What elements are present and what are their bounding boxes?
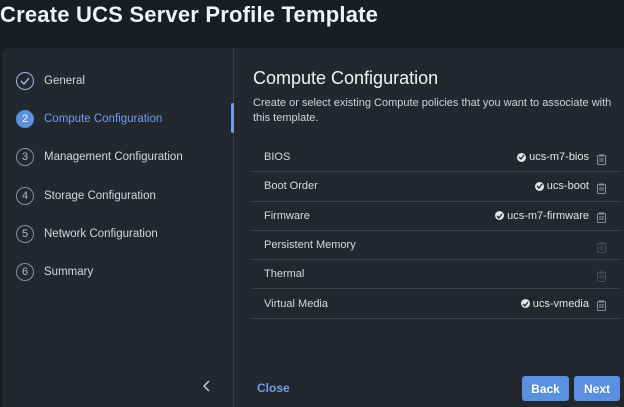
compute-configuration-section: Compute Configuration Create or select e… bbox=[234, 48, 624, 407]
copy-icon[interactable] bbox=[597, 269, 606, 282]
step-label: General bbox=[44, 75, 85, 87]
section-title: Compute Configuration bbox=[253, 68, 439, 88]
step-number: 5 bbox=[16, 225, 34, 243]
chevron-left-icon[interactable] bbox=[200, 379, 214, 395]
policy-name: Persistent Memory bbox=[264, 239, 356, 252]
policy-name: Firmware bbox=[264, 209, 310, 222]
check-circle-icon bbox=[520, 299, 530, 309]
step-label: Summary bbox=[44, 266, 94, 278]
back-button[interactable]: Back bbox=[522, 376, 569, 401]
policy-table: BIOS ucs-m7-bios Boot Order ucs-boot Fir… bbox=[252, 143, 620, 319]
step-number: 3 bbox=[16, 148, 34, 166]
next-button[interactable]: Next bbox=[574, 376, 620, 401]
policy-value-text: ucs-m7-firmware bbox=[507, 209, 589, 222]
policy-row-persistent-memory[interactable]: Persistent Memory bbox=[252, 231, 620, 261]
step-label: Network Configuration bbox=[44, 228, 158, 240]
policy-row-firmware[interactable]: Firmware ucs-m7-firmware bbox=[252, 202, 620, 231]
step-number: 6 bbox=[16, 263, 34, 281]
policy-value: ucs-m7-bios bbox=[517, 151, 589, 163]
step-network-configuration[interactable]: 5 Network Configuration bbox=[16, 223, 158, 245]
step-number: 4 bbox=[16, 187, 34, 205]
copy-icon[interactable] bbox=[597, 210, 606, 224]
section-description: Create or select existing Compute polici… bbox=[253, 97, 612, 124]
policy-row-bios[interactable]: BIOS ucs-m7-bios bbox=[252, 143, 620, 173]
policy-name: Thermal bbox=[264, 268, 305, 281]
step-label: Compute Configuration bbox=[44, 113, 163, 125]
policy-value-text: ucs-vmedia bbox=[532, 297, 589, 310]
page-title: Create UCS Server Profile Template bbox=[0, 2, 379, 27]
step-management-configuration[interactable]: 3 Management Configuration bbox=[16, 146, 183, 168]
policy-row-virtual-media[interactable]: Virtual Media ucs-vmedia bbox=[252, 289, 620, 319]
close-button[interactable]: Close bbox=[257, 381, 290, 395]
copy-icon[interactable] bbox=[597, 181, 606, 194]
step-summary[interactable]: 6 Summary bbox=[16, 261, 93, 283]
copy-icon[interactable] bbox=[597, 152, 606, 165]
step-number: 2 bbox=[16, 110, 34, 128]
step-storage-configuration[interactable]: 4 Storage Configuration bbox=[16, 185, 156, 207]
policy-value-text: ucs-m7-bios bbox=[529, 151, 589, 164]
policy-row-boot-order[interactable]: Boot Order ucs-boot bbox=[252, 172, 620, 202]
wizard-steps-sidebar: General 2 Compute Configuration 3 Manage… bbox=[2, 48, 234, 407]
step-label: Management Configuration bbox=[44, 151, 183, 163]
policy-name: Boot Order bbox=[264, 180, 318, 193]
policy-value-text: ucs-boot bbox=[546, 180, 589, 193]
policy-name: BIOS bbox=[264, 151, 291, 164]
step-compute-configuration[interactable]: 2 Compute Configuration bbox=[16, 108, 162, 130]
wizard-panel: General 2 Compute Configuration 3 Manage… bbox=[2, 48, 624, 407]
policy-value: ucs-vmedia bbox=[520, 297, 589, 310]
check-circle-icon bbox=[495, 211, 505, 221]
step-general[interactable]: General bbox=[16, 70, 85, 92]
copy-icon[interactable] bbox=[597, 240, 606, 253]
step-label: Storage Configuration bbox=[44, 190, 156, 202]
policy-value: ucs-boot bbox=[534, 180, 589, 193]
policy-name: Virtual Media bbox=[264, 297, 328, 310]
check-circle-icon bbox=[534, 181, 544, 191]
policy-row-thermal[interactable]: Thermal bbox=[252, 260, 620, 290]
policy-value: ucs-m7-firmware bbox=[495, 210, 589, 222]
copy-icon[interactable] bbox=[597, 298, 606, 312]
check-circle-icon bbox=[517, 152, 527, 162]
check-icon bbox=[16, 72, 34, 90]
